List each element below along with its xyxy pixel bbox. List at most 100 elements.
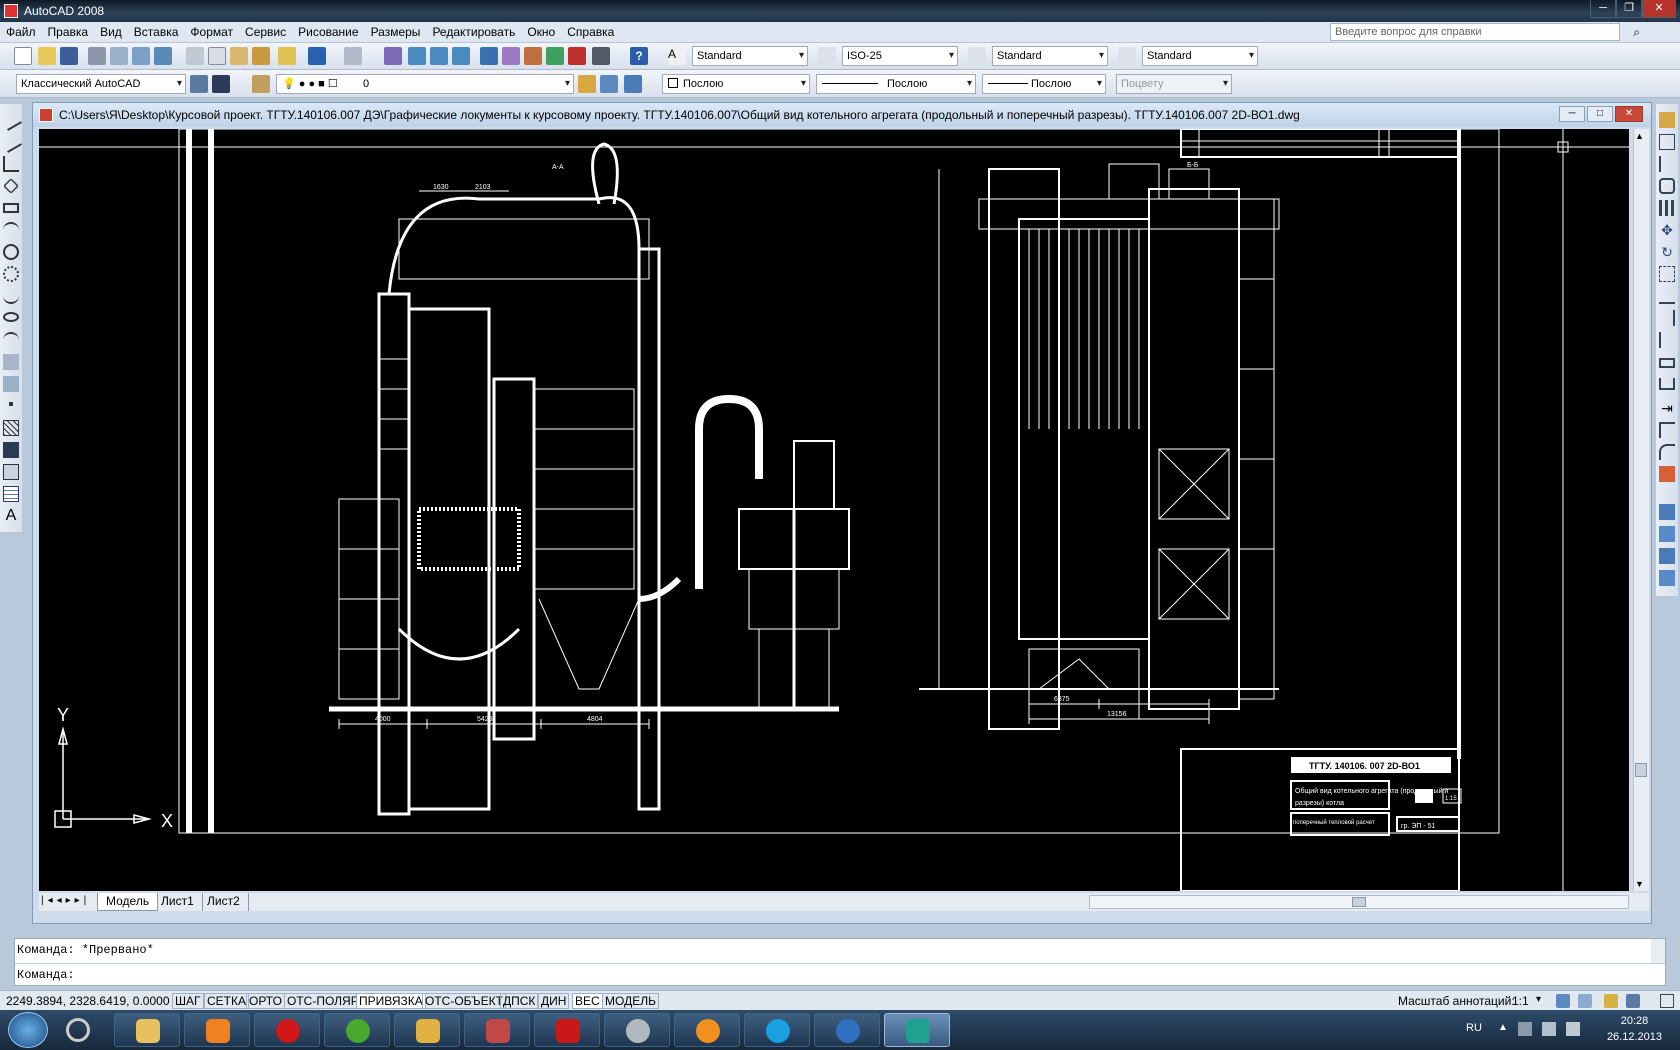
- minimize-button[interactable]: ─: [1590, 0, 1616, 18]
- my-workspace-icon[interactable]: [212, 75, 230, 93]
- rotate-icon[interactable]: ↻: [1659, 244, 1675, 260]
- coordinates-readout[interactable]: 2249.3894, 2328.6419, 0.0000: [6, 994, 170, 1008]
- taskbar-half-life[interactable]: [674, 1013, 740, 1047]
- cut-icon[interactable]: [186, 47, 204, 65]
- draworder-front-icon[interactable]: [1659, 504, 1675, 520]
- taskbar-opera[interactable]: [254, 1013, 320, 1047]
- horizontal-scrollbar[interactable]: [1089, 895, 1629, 909]
- taskbar-media-player[interactable]: [184, 1013, 250, 1047]
- drawing-canvas[interactable]: А-А Б-Б 1630 2103 4000 5426 4804 6375 13…: [39, 129, 1629, 891]
- osnap-toggle[interactable]: ПРИВЯЗКА: [356, 993, 426, 1009]
- vertical-scrollbar[interactable]: ▲ ▼: [1633, 129, 1649, 891]
- plot-preview-icon[interactable]: [110, 47, 128, 65]
- open-folder-icon[interactable]: [38, 47, 56, 65]
- tool-palettes-icon[interactable]: [524, 47, 542, 65]
- vertical-scroll-thumb[interactable]: [1635, 763, 1647, 777]
- auto-scale-icon[interactable]: [1578, 994, 1592, 1008]
- help-search-input[interactable]: Введите вопрос для справки: [1330, 23, 1620, 41]
- construction-line-icon[interactable]: [0, 131, 22, 153]
- revision-cloud-icon[interactable]: [3, 266, 19, 282]
- color-combo[interactable]: Послою: [662, 74, 810, 94]
- menu-file[interactable]: Файл: [0, 22, 42, 42]
- network-icon[interactable]: [1542, 1022, 1556, 1036]
- grid-toggle[interactable]: СЕТКА: [204, 993, 249, 1009]
- menu-modify[interactable]: Редактировать: [426, 22, 521, 42]
- 3d-dwf-icon[interactable]: [154, 47, 172, 65]
- dim-style-icon[interactable]: [818, 47, 836, 65]
- hatch-icon[interactable]: [3, 420, 19, 436]
- line-icon[interactable]: [0, 109, 22, 131]
- polar-toggle[interactable]: ОТС-ПОЛЯР: [284, 993, 362, 1009]
- taskbar-utorrent[interactable]: [324, 1013, 390, 1047]
- mleader-style-icon[interactable]: [1118, 47, 1136, 65]
- publish-icon[interactable]: [132, 47, 150, 65]
- taskbar-explorer[interactable]: [114, 1013, 180, 1047]
- copy-icon[interactable]: [208, 47, 226, 65]
- dyn-toggle[interactable]: ДИН: [538, 993, 570, 1009]
- spline-icon[interactable]: [3, 288, 19, 304]
- tab-nav-arrows-icon[interactable]: |◂◂▸▸|: [41, 895, 90, 906]
- menu-insert[interactable]: Вставка: [128, 22, 185, 42]
- polyline-icon[interactable]: [3, 156, 19, 172]
- scroll-down-icon[interactable]: ▼: [1635, 879, 1644, 889]
- polygon-icon[interactable]: [3, 178, 19, 194]
- draworder-above-icon[interactable]: [1659, 548, 1675, 564]
- search-icon[interactable]: ⌕: [1633, 25, 1640, 40]
- ellipse-arc-icon[interactable]: [3, 332, 19, 348]
- plot-icon[interactable]: [88, 47, 106, 65]
- draworder-under-icon[interactable]: [1659, 570, 1675, 586]
- explode-icon[interactable]: [1659, 466, 1675, 482]
- taskbar-autocad[interactable]: [884, 1013, 950, 1047]
- snap-toggle[interactable]: ШАГ: [172, 993, 204, 1009]
- block-editor-icon[interactable]: [278, 47, 296, 65]
- menu-tools[interactable]: Сервис: [239, 22, 292, 42]
- zoom-window-icon[interactable]: [430, 47, 448, 65]
- make-block-icon[interactable]: [3, 376, 19, 392]
- match-properties-icon[interactable]: [252, 47, 270, 65]
- zoom-previous-icon[interactable]: [452, 47, 470, 65]
- menu-edit[interactable]: Правка: [42, 22, 95, 42]
- rectangle-icon[interactable]: [3, 203, 19, 213]
- model-toggle[interactable]: МОДЕЛЬ: [602, 993, 659, 1009]
- help-icon[interactable]: ?: [630, 47, 648, 65]
- offset-icon[interactable]: [1659, 178, 1675, 194]
- layer-previous-icon[interactable]: [600, 75, 618, 93]
- multiline-text-icon[interactable]: A: [3, 508, 19, 524]
- draworder-back-icon[interactable]: [1659, 526, 1675, 542]
- clean-screen-icon[interactable]: [1660, 994, 1674, 1008]
- tab-layout1[interactable]: Лист1: [153, 893, 203, 911]
- taskbar-skype[interactable]: [744, 1013, 810, 1047]
- array-icon[interactable]: [1659, 200, 1675, 216]
- make-current-layer-icon[interactable]: [578, 75, 596, 93]
- annotation-scale-value[interactable]: 1:1: [1512, 994, 1529, 1008]
- menu-view[interactable]: Вид: [94, 22, 128, 42]
- undo-icon[interactable]: [308, 47, 326, 65]
- menu-help[interactable]: Справка: [561, 22, 620, 42]
- restore-button[interactable]: ❐: [1616, 0, 1642, 18]
- doc-minimize-button[interactable]: ─: [1559, 106, 1585, 122]
- circle-icon[interactable]: [3, 244, 19, 260]
- menu-window[interactable]: Окно: [521, 22, 561, 42]
- arc-icon[interactable]: [3, 222, 19, 238]
- tab-layout2[interactable]: Лист2: [199, 893, 249, 911]
- new-file-icon[interactable]: [14, 47, 32, 65]
- text-style-combo[interactable]: Standard: [692, 46, 808, 66]
- workspace-settings-icon[interactable]: [190, 75, 208, 93]
- annotation-visibility-icon[interactable]: [1556, 994, 1570, 1008]
- workspace-combo[interactable]: Классический AutoCAD: [16, 74, 186, 94]
- close-button[interactable]: ✕: [1642, 0, 1676, 18]
- mirror-icon[interactable]: [1659, 156, 1675, 172]
- show-hidden-icons-icon[interactable]: ▲: [1498, 1022, 1508, 1033]
- point-icon[interactable]: [9, 402, 13, 406]
- table-icon[interactable]: [3, 486, 19, 502]
- extend-icon[interactable]: [1659, 332, 1675, 348]
- break-at-point-icon[interactable]: [1659, 358, 1675, 368]
- insert-block-icon[interactable]: [3, 354, 19, 370]
- break-icon[interactable]: [1659, 378, 1675, 390]
- flag-icon[interactable]: [1518, 1022, 1532, 1036]
- taskbar-webcam[interactable]: [604, 1013, 670, 1047]
- sheet-set-icon[interactable]: [546, 47, 564, 65]
- tab-model[interactable]: Модель: [97, 893, 159, 911]
- region-icon[interactable]: [3, 464, 19, 480]
- chamfer-icon[interactable]: [1659, 422, 1675, 438]
